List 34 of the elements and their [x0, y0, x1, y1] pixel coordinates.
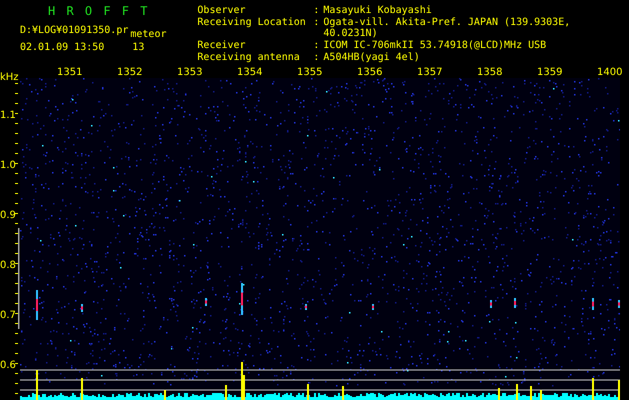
mode-label: meteor: [130, 29, 166, 40]
info-value: Masayuki Kobayashi: [323, 5, 433, 17]
info-value: Ogata-vill. Akita-Pref. JAPAN (139.9303E, 40.0231N): [323, 16, 572, 40]
y-tick-label: 0.7: [0, 310, 16, 321]
colon-separator: :: [313, 5, 320, 17]
app-title: H R O F F T: [48, 4, 150, 18]
info-label: Receiving antenna: [197, 52, 301, 64]
x-tick-label: 1355: [297, 67, 322, 78]
y-tick-label: 0.8: [0, 260, 16, 271]
y-tick-label: 1.1: [0, 110, 16, 121]
x-tick-label: 1358: [477, 67, 502, 78]
info-label: Observer: [197, 5, 247, 17]
x-tick-label: 1352: [117, 67, 142, 78]
y-tick-label: 1.0: [0, 160, 16, 171]
meteor-count: 13: [132, 42, 144, 53]
info-label: Receiver: [197, 40, 247, 52]
y-tick-label: 0.9: [0, 210, 16, 221]
info-label: Receiving Location: [197, 16, 307, 30]
colon-separator: :: [313, 16, 320, 30]
file-path: D:¥LOG¥01091350.pr: [20, 25, 128, 36]
x-tick-label: 1354: [237, 67, 262, 78]
info-value: A504HB(yagi 4el): [323, 52, 421, 64]
y-tick-label: 0.6: [0, 360, 16, 371]
x-tick-label: 1356: [357, 67, 382, 78]
timestamp: 02.01.09 13:50: [20, 42, 104, 53]
x-tick-label: 1400: [597, 67, 622, 78]
info-value: ICOM IC-706mkII 53.74918(@LCD)MHz USB: [323, 40, 548, 52]
colon-separator: :: [313, 40, 320, 52]
x-tick-label: 1353: [177, 67, 202, 78]
x-tick-label: 1351: [57, 67, 82, 78]
colon-separator: :: [313, 52, 320, 64]
x-tick-label: 1359: [537, 67, 562, 78]
axis-unit: kHz: [0, 72, 19, 83]
x-tick-label: 1357: [417, 67, 442, 78]
